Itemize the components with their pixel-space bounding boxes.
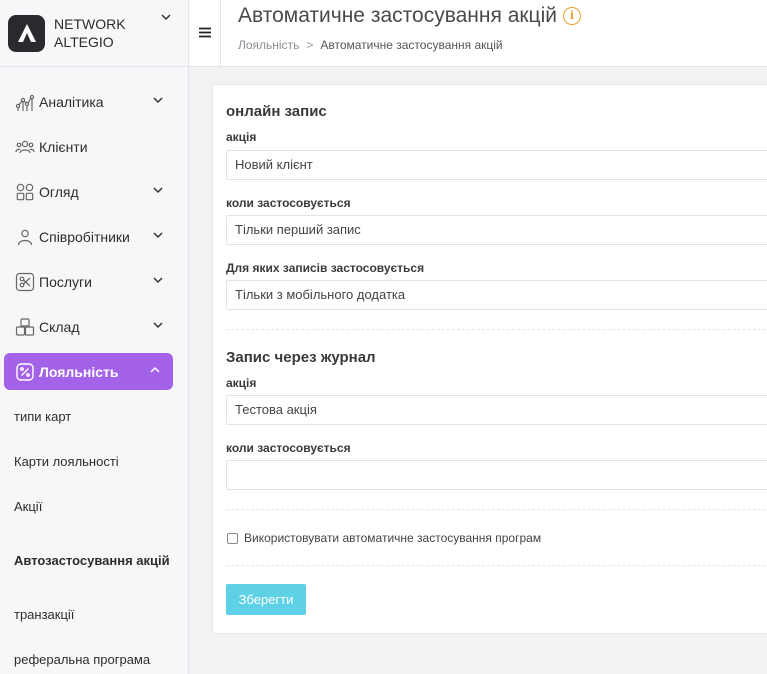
- breadcrumb-current: Автоматичне застосування акцій: [320, 38, 503, 52]
- page-title: Автоматичне застосування акцій i: [238, 4, 581, 28]
- chevron-down-icon[interactable]: [152, 93, 164, 109]
- journal-when-label: коли застосовується: [226, 441, 351, 455]
- brand-name-line1: NETWORK: [54, 16, 126, 32]
- chevron-down-icon[interactable]: [152, 228, 164, 244]
- sidebar: NETWORK ALTEGIO Аналітика Клієнти Огляд …: [0, 0, 189, 674]
- journal-promo-select[interactable]: Тестова акція: [226, 395, 767, 425]
- sidebar-nav: Аналітика Клієнти Огляд Співробітники По…: [0, 67, 188, 674]
- online-which-select[interactable]: Тільки з мобільного додатка: [226, 280, 767, 310]
- sidebar-subitem-loyalty-cards[interactable]: Карти лояльності: [0, 439, 188, 484]
- page-title-text: Автоматичне застосування акцій: [238, 4, 557, 27]
- chevron-down-icon[interactable]: [160, 10, 172, 28]
- chevron-up-icon[interactable]: [149, 363, 161, 379]
- sidebar-subitem-promotions[interactable]: Акції: [0, 484, 188, 529]
- clients-icon: [14, 136, 35, 157]
- save-button[interactable]: Зберегти: [226, 584, 306, 615]
- sidebar-subitem-card-types[interactable]: типи карт: [0, 394, 188, 439]
- sidebar-item-services[interactable]: Послуги: [0, 259, 188, 304]
- auto-apply-programs-label: Використовувати автоматичне застосування…: [244, 531, 542, 545]
- overview-icon: [14, 181, 35, 202]
- online-when-select[interactable]: Тільки перший запис: [226, 215, 767, 245]
- sidebar-item-clients[interactable]: Клієнти: [0, 124, 188, 169]
- services-icon: [14, 271, 35, 292]
- staff-icon: [14, 226, 35, 247]
- page-header: Автоматичне застосування акцій i Лояльніс…: [189, 0, 767, 67]
- brand-name: NETWORK ALTEGIO: [54, 15, 134, 51]
- online-when-label: коли застосовується: [226, 196, 351, 210]
- sidebar-subitem-auto-apply-promotions[interactable]: Автозастосування акцій: [0, 529, 188, 592]
- sidebar-item-label: Послуги: [39, 273, 92, 290]
- sidebar-item-label: Огляд: [39, 183, 79, 200]
- sidebar-item-staff[interactable]: Співробітники: [0, 214, 188, 259]
- sidebar-item-label: Клієнти: [39, 138, 88, 155]
- sidebar-item-warehouse[interactable]: Склад: [0, 304, 188, 349]
- breadcrumb-link-loyalty[interactable]: Лояльність: [238, 38, 299, 52]
- section-divider: [226, 509, 767, 510]
- journal-promo-label: акція: [226, 376, 257, 390]
- sidebar-subitem-transactions[interactable]: транзакції: [0, 592, 188, 637]
- chevron-down-icon[interactable]: [152, 183, 164, 199]
- sidebar-item-label: Аналітика: [39, 93, 104, 110]
- auto-apply-programs-checkbox[interactable]: [227, 532, 238, 544]
- hamburger-icon: [198, 25, 211, 43]
- online-which-label: Для яких записів застосовується: [226, 261, 425, 275]
- sidebar-item-label: Склад: [39, 318, 80, 335]
- loyalty-icon: [14, 361, 35, 382]
- section-title-journal: Запис через журнал: [226, 349, 376, 366]
- brand-header[interactable]: NETWORK ALTEGIO: [0, 0, 188, 67]
- sidebar-item-label: Лояльність: [39, 363, 119, 380]
- sidebar-item-loyalty[interactable]: Лояльність: [4, 353, 173, 390]
- breadcrumb-separator: >: [306, 38, 314, 52]
- online-promo-select[interactable]: Новий клієнт: [226, 150, 767, 180]
- menu-toggle-button[interactable]: [189, 0, 221, 67]
- online-promo-label: акція: [226, 130, 257, 144]
- analytics-icon: [14, 91, 35, 112]
- brand-name-line2: ALTEGIO: [54, 34, 114, 50]
- warehouse-icon: [14, 316, 35, 337]
- section-divider: [226, 329, 767, 330]
- sidebar-item-analytics[interactable]: Аналітика: [0, 79, 188, 124]
- auto-apply-form-panel: онлайн запис акція Новий клієнт коли зас…: [212, 84, 767, 634]
- sidebar-item-label: Співробітники: [39, 228, 130, 245]
- auto-apply-programs-option[interactable]: Використовувати автоматичне застосування…: [227, 531, 541, 545]
- altegio-logo: [8, 14, 45, 52]
- sidebar-subitem-referral-program[interactable]: реферальна програма: [0, 637, 188, 674]
- section-title-online: онлайн запис: [226, 103, 327, 120]
- journal-when-select[interactable]: [226, 460, 767, 490]
- section-divider: [226, 565, 767, 566]
- chevron-down-icon[interactable]: [152, 318, 164, 334]
- info-icon[interactable]: i: [562, 7, 581, 26]
- breadcrumb: Лояльність > Автоматичне застосування акці…: [238, 38, 503, 52]
- chevron-down-icon[interactable]: [152, 273, 164, 289]
- sidebar-item-overview[interactable]: Огляд: [0, 169, 188, 214]
